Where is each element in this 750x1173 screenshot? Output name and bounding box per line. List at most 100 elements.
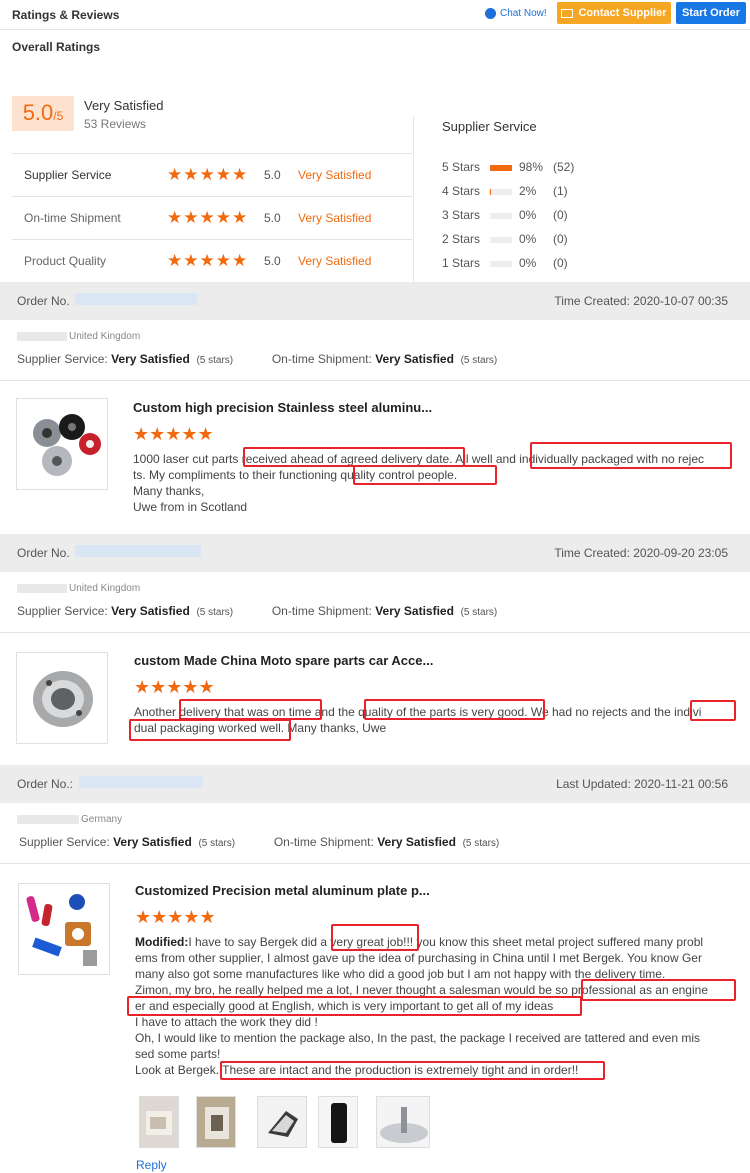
divider — [0, 863, 750, 864]
rating-text: Very Satisfied — [298, 253, 372, 268]
review-star-icons: ★★★★★ — [135, 907, 216, 927]
order-time: Last Updated: 2020-11-21 00:56 — [556, 777, 728, 791]
distribution-bar — [490, 165, 512, 171]
supplier-service-label: Supplier Service: — [17, 352, 108, 366]
overall-ratings-title: Overall Ratings — [12, 40, 101, 54]
order-number-label: Order No. — [17, 546, 70, 560]
order-number-redacted — [75, 545, 201, 557]
distribution-count: (0) — [553, 208, 568, 222]
order-number-label: Order No. — [17, 294, 70, 308]
shipment-label: On-time Shipment: — [271, 352, 372, 366]
reviewer-name-redacted — [17, 332, 67, 341]
product-title[interactable]: custom Made China Moto spare parts car A… — [134, 653, 433, 668]
product-thumbnail[interactable] — [16, 652, 108, 744]
rating-value: 5.0 — [264, 210, 281, 225]
review-line: ems from other supplier, I almost gave u… — [135, 951, 702, 965]
highlight-box — [690, 700, 736, 721]
supplier-service-value: Very Satisfied — [111, 604, 190, 618]
star-rating-icons: ★★★★★ — [167, 164, 249, 184]
attachment-thumbnail[interactable] — [196, 1096, 236, 1148]
attachment-thumbnail[interactable] — [257, 1096, 307, 1148]
highlight-box — [243, 447, 465, 467]
shipment-stars: (5 stars) — [460, 355, 498, 366]
review-line: sed some parts! — [135, 1047, 221, 1061]
start-order-button[interactable]: Start Order — [676, 2, 746, 24]
page-title: Ratings & Reviews — [12, 8, 120, 22]
chat-now-link[interactable]: Chat Now! — [485, 8, 547, 19]
ratings-divider — [413, 117, 414, 282]
distribution-title: Supplier Service — [442, 119, 537, 134]
reviewer-country: United Kingdom — [17, 583, 140, 594]
highlight-box — [220, 1061, 605, 1080]
review-star-icons: ★★★★★ — [133, 424, 214, 444]
product-thumbnail[interactable] — [16, 398, 108, 490]
product-title[interactable]: Custom high precision Stainless steel al… — [133, 400, 432, 415]
order-bar: Order No. Time Created: 2020-09-20 23:05 — [0, 534, 750, 572]
overall-score: 5.0 — [22, 100, 54, 125]
supplier-service-label: Supplier Service: — [19, 835, 110, 849]
country-name: Germany — [81, 814, 123, 825]
contact-supplier-button[interactable]: Contact Supplier — [557, 2, 671, 24]
star-rating-icons: ★★★★★ — [167, 207, 249, 227]
review-line: I have to attach the work they did ! — [135, 1015, 318, 1029]
rating-text: Very Satisfied — [298, 167, 372, 182]
reply-link[interactable]: Reply — [136, 1158, 167, 1172]
attachment-thumbnail[interactable] — [376, 1096, 430, 1148]
envelope-icon — [561, 8, 574, 18]
chat-now-label: Chat Now! — [500, 8, 547, 19]
star-rating-icons: ★★★★★ — [167, 250, 249, 270]
shipment-value: Very Satisfied — [375, 352, 454, 366]
distribution-bar — [490, 213, 512, 219]
supplier-service-value: Very Satisfied — [111, 352, 190, 366]
overall-score-suffix: /5 — [53, 109, 64, 123]
shipment-stars: (5 stars) — [462, 838, 500, 849]
attachment-thumbnail[interactable] — [139, 1096, 179, 1148]
product-thumbnail[interactable] — [18, 883, 110, 975]
divider — [0, 380, 750, 381]
distribution-bar-fill — [490, 165, 512, 171]
shipment-label: On-time Shipment: — [271, 604, 372, 618]
overall-score-badge: 5.0 /5 — [12, 96, 74, 131]
rating-row-label: Supplier Service — [24, 167, 112, 182]
highlight-box — [364, 699, 545, 720]
order-bar: Order No. Time Created: 2020-10-07 00:35 — [0, 282, 750, 320]
order-time: Time Created: 2020-10-07 00:35 — [554, 294, 728, 308]
order-number-redacted — [79, 776, 203, 788]
reviewer-country: United Kingdom — [17, 331, 140, 342]
shipment-label: On-time Shipment: — [273, 835, 374, 849]
distribution-bar — [490, 261, 512, 267]
review-line: Many thanks, — [133, 484, 205, 498]
rating-row-label: Product Quality — [24, 253, 107, 268]
highlight-box — [179, 699, 322, 720]
rating-row-product-quality: Product Quality ★★★★★ 5.0 Very Satisfied — [12, 239, 412, 281]
review-line: Uwe from in Scotland — [133, 500, 248, 514]
highlight-box — [129, 719, 291, 741]
highlight-box — [581, 979, 736, 1001]
service-ratings-line: Supplier Service: Very Satisfied (5 star… — [17, 604, 497, 618]
order-number-label: Order No.: — [17, 777, 74, 791]
distribution-count: (0) — [553, 256, 568, 270]
country-name: United Kingdom — [69, 583, 141, 594]
service-ratings-line: Supplier Service: Very Satisfied (5 star… — [19, 835, 499, 849]
distribution-count: (1) — [553, 184, 568, 198]
shipment-value: Very Satisfied — [375, 604, 454, 618]
reviews-header: Ratings & Reviews Chat Now! Contact Supp… — [0, 0, 750, 30]
rating-row-label: On-time Shipment — [24, 210, 121, 225]
order-number-redacted — [75, 293, 197, 305]
distribution-percent: 0% — [519, 232, 537, 246]
supplier-service-label: Supplier Service: — [17, 604, 108, 618]
contact-supplier-label: Contact Supplier — [578, 7, 667, 19]
product-title[interactable]: Customized Precision metal aluminum plat… — [135, 883, 430, 898]
distribution-bar — [490, 189, 512, 195]
review-count: 53 Reviews — [84, 117, 147, 131]
shipment-stars: (5 stars) — [460, 607, 498, 618]
order-bar: Order No.: Last Updated: 2020-11-21 00:5… — [0, 765, 750, 803]
distribution-percent: 0% — [519, 208, 537, 222]
distribution-count: (52) — [553, 160, 575, 174]
supplier-service-value: Very Satisfied — [113, 835, 192, 849]
attachment-thumbnail[interactable] — [318, 1096, 358, 1148]
chat-icon — [485, 8, 496, 19]
rating-value: 5.0 — [264, 253, 281, 268]
distribution-percent: 2% — [519, 184, 537, 198]
reviewer-name-redacted — [17, 815, 79, 824]
